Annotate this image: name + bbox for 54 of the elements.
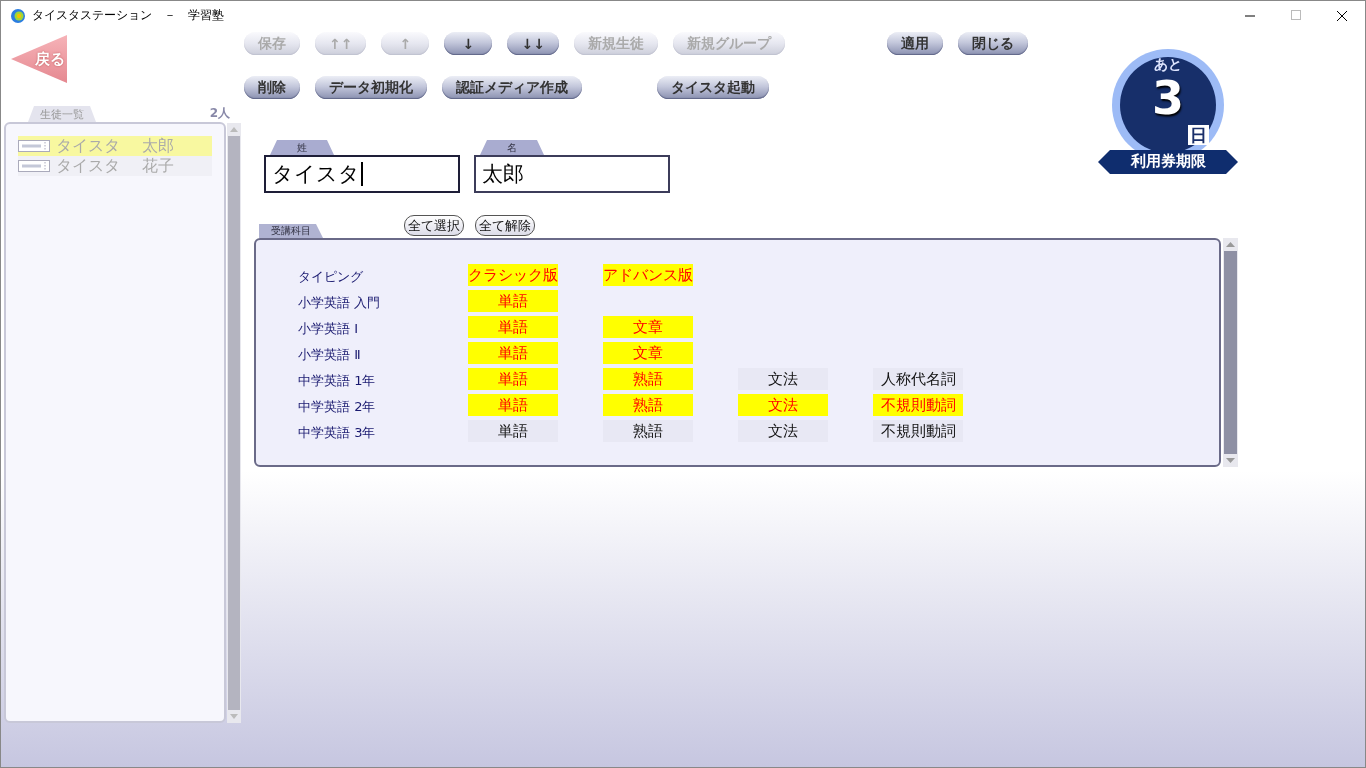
subject-name: 小学英語 Ⅰ bbox=[298, 320, 359, 338]
course-toggle[interactable]: 熟語 bbox=[603, 420, 693, 442]
toolbar-button[interactable]: ↓ bbox=[444, 32, 493, 55]
subject-name: 中学英語 1年 bbox=[298, 372, 377, 390]
course-toggle[interactable]: 不規則動詞 bbox=[873, 394, 963, 416]
toolbar-button[interactable]: ↓↓ bbox=[507, 32, 559, 55]
action-button[interactable]: 全て選択 bbox=[404, 215, 464, 236]
action-button[interactable]: 全て解除 bbox=[475, 215, 535, 236]
course-toggle[interactable]: クラシック版 bbox=[468, 264, 558, 286]
field-label: 姓 bbox=[270, 140, 334, 155]
course-toggle[interactable]: 文章 bbox=[603, 316, 693, 338]
toolbar-button[interactable]: 認証メディア作成 bbox=[442, 76, 582, 99]
course-toggle[interactable]: 単語 bbox=[468, 342, 558, 364]
scrollbar-thumb[interactable] bbox=[1224, 251, 1237, 454]
student-count: 2人 bbox=[209, 105, 230, 122]
course-toggle[interactable]: 単語 bbox=[468, 290, 558, 312]
days-left: 3 bbox=[1151, 71, 1185, 125]
course-toggle[interactable]: 単語 bbox=[468, 394, 558, 416]
course-toggle[interactable]: 文法 bbox=[738, 368, 828, 390]
course-toggle[interactable]: 文法 bbox=[738, 420, 828, 442]
field-label: 名 bbox=[480, 140, 544, 155]
course-toggle[interactable]: 熟語 bbox=[603, 368, 693, 390]
course-toggle[interactable]: 文章 bbox=[603, 342, 693, 364]
toolbar-button[interactable]: データ初期化 bbox=[315, 76, 427, 99]
course-toggle[interactable]: 単語 bbox=[468, 420, 558, 442]
subject-name: 中学英語 2年 bbox=[298, 398, 377, 416]
course-toggle[interactable]: 文法 bbox=[738, 394, 828, 416]
badge-caption: 利用券期限 bbox=[1129, 152, 1207, 171]
course-toggle[interactable]: アドバンス版 bbox=[603, 264, 693, 286]
course-toggle[interactable]: 熟語 bbox=[603, 394, 693, 416]
input-field[interactable]: タイスタ bbox=[264, 155, 460, 193]
subject-name: 中学英語 3年 bbox=[298, 424, 377, 442]
student-item[interactable]: タイスタ 太郎 bbox=[18, 136, 212, 156]
days-unit: 日 bbox=[1188, 125, 1209, 145]
app-icon bbox=[10, 7, 26, 24]
scrollbar-thumb[interactable] bbox=[228, 136, 240, 710]
student-item[interactable]: タイスタ 花子 bbox=[18, 156, 212, 176]
subject-name: 小学英語 入門 bbox=[298, 294, 382, 312]
window-title: タイスタステーション － 学習塾 bbox=[32, 7, 224, 24]
toolbar-button[interactable]: 適用 bbox=[886, 32, 943, 55]
course-toggle[interactable]: 不規則動詞 bbox=[873, 420, 963, 442]
toolbar-button[interactable]: 削除 bbox=[244, 76, 300, 99]
course-toggle[interactable]: 単語 bbox=[468, 316, 558, 338]
input-field[interactable]: 太郎 bbox=[474, 155, 670, 193]
toolbar-button[interactable]: タイスタ起動 bbox=[657, 76, 769, 99]
course-toggle[interactable]: 人称代名詞 bbox=[873, 368, 963, 390]
subject-name: タイピング bbox=[298, 268, 364, 286]
subject-name: 小学英語 Ⅱ bbox=[298, 346, 362, 364]
ticket-icon bbox=[18, 140, 50, 152]
ticket-icon bbox=[18, 160, 50, 172]
badge-label: あと bbox=[1153, 56, 1183, 74]
back-button[interactable]: 戻る bbox=[11, 35, 67, 83]
toolbar-button[interactable]: 閉じる bbox=[957, 32, 1028, 55]
course-toggle[interactable]: 単語 bbox=[468, 368, 558, 390]
